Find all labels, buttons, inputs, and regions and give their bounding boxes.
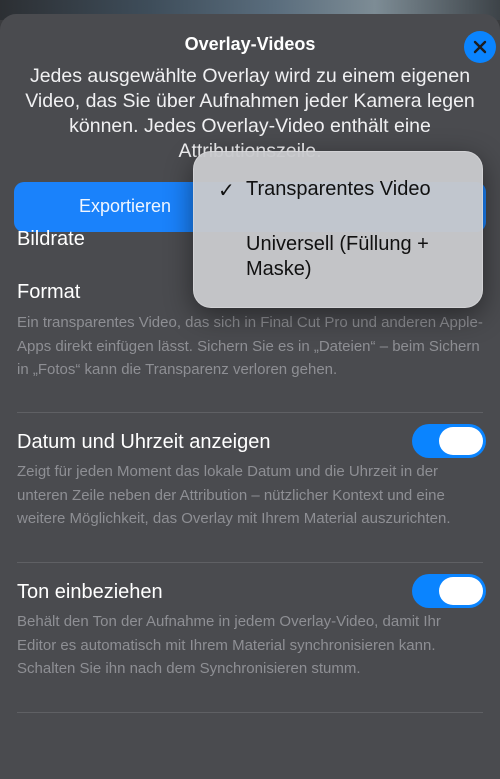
- close-icon: [473, 40, 487, 54]
- format-menu: ✓ Transparentes Video Universell (Füllun…: [193, 151, 483, 308]
- export-button-label: Exportieren: [79, 196, 172, 216]
- framerate-row[interactable]: Bildrate: [17, 228, 85, 251]
- menu-item-universal[interactable]: Universell (Füllung + Maske): [246, 232, 476, 282]
- datetime-label: Datum und Uhrzeit anzeigen: [17, 431, 271, 453]
- toggle-knob: [439, 427, 483, 455]
- checkmark-icon: ✓: [218, 180, 235, 202]
- divider: [17, 562, 483, 563]
- menu-item-transparent-video[interactable]: Transparentes Video: [246, 177, 476, 202]
- toggle-knob: [439, 577, 483, 605]
- format-row[interactable]: Format: [17, 281, 80, 304]
- sheet-title: Overlay-Videos: [184, 34, 316, 54]
- close-button[interactable]: [464, 31, 496, 63]
- sound-toggle[interactable]: [412, 574, 486, 608]
- sheet-description: Jedes ausgewählte Overlay wird zu einem …: [25, 65, 475, 162]
- datetime-toggle[interactable]: [412, 424, 486, 458]
- divider: [17, 712, 483, 713]
- format-description: Ein transparentes Video, das sich in Fin…: [17, 314, 483, 378]
- sound-description: Behält den Ton der Aufnahme in jedem Ove…: [17, 613, 441, 677]
- datetime-description: Zeigt für jeden Moment das lokale Datum …: [17, 463, 451, 527]
- overlay-videos-sheet: Overlay-Videos Jedes ausgewählte Overlay…: [0, 14, 500, 779]
- divider: [17, 412, 483, 413]
- sound-label: Ton einbeziehen: [17, 581, 163, 603]
